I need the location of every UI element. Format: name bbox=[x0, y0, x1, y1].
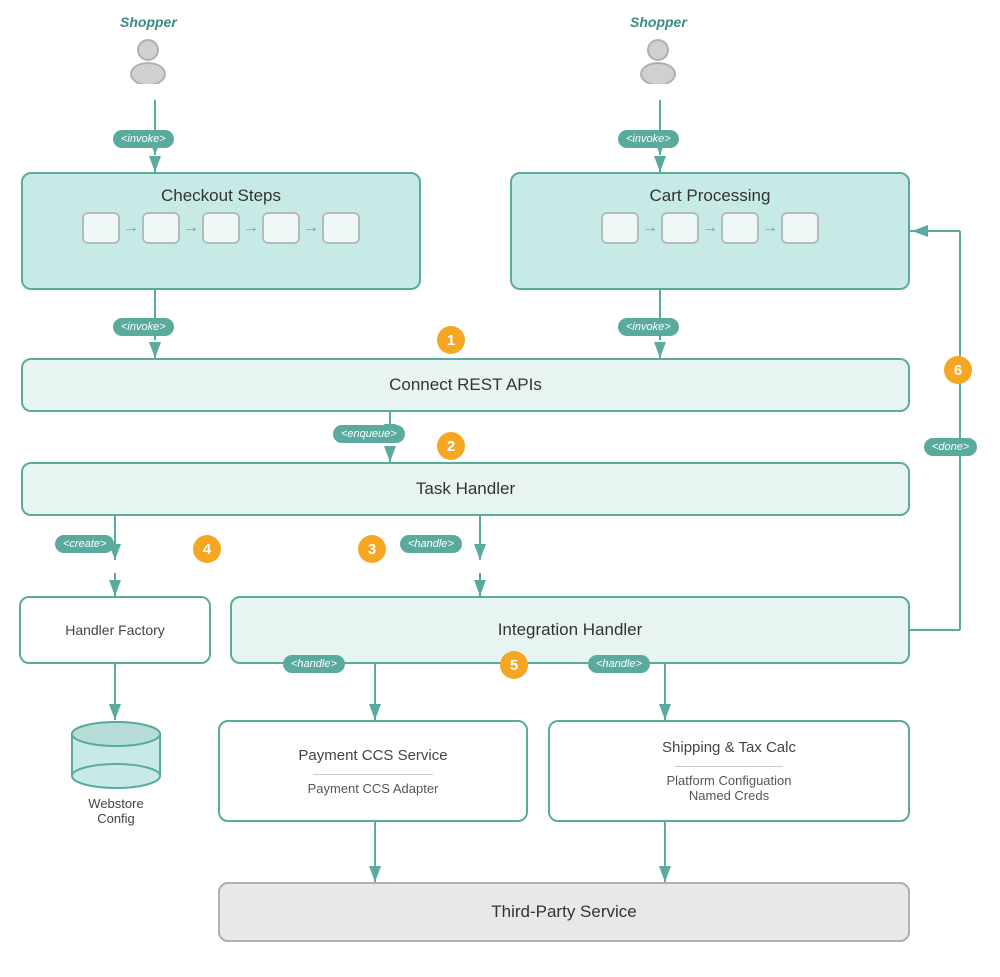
badge-5: 5 bbox=[500, 651, 528, 679]
shopper-left-icon bbox=[123, 34, 173, 84]
step-5 bbox=[322, 212, 360, 244]
done-label: <done> bbox=[924, 438, 977, 456]
platform-config-label: Platform Configuation bbox=[666, 773, 791, 788]
checkout-steps-row: → → → → bbox=[82, 212, 360, 244]
third-party-title: Third-Party Service bbox=[491, 902, 636, 922]
handler-factory-box: Handler Factory bbox=[19, 596, 211, 664]
checkout-steps-box: Checkout Steps → → → → bbox=[21, 172, 421, 290]
step-1 bbox=[82, 212, 120, 244]
arrow-4: → bbox=[303, 219, 319, 237]
arrow-1: → bbox=[123, 219, 139, 237]
cart-processing-title: Cart Processing bbox=[650, 186, 771, 206]
step-4 bbox=[262, 212, 300, 244]
handle-label-shipping: <handle> bbox=[588, 655, 650, 673]
cart-arrow-3: → bbox=[762, 219, 778, 237]
task-handler-box: Task Handler bbox=[21, 462, 910, 516]
shopper-left-label: Shopper bbox=[120, 14, 177, 30]
shipping-box: Shipping & Tax Calc Platform Configuatio… bbox=[548, 720, 910, 822]
cart-step-1 bbox=[601, 212, 639, 244]
database-icon bbox=[68, 720, 164, 792]
third-party-box: Third-Party Service bbox=[218, 882, 910, 942]
cart-arrow-2: → bbox=[702, 219, 718, 237]
checkout-steps-title: Checkout Steps bbox=[161, 186, 281, 206]
badge-1: 1 bbox=[437, 326, 465, 354]
integration-handler-title: Integration Handler bbox=[498, 620, 643, 640]
handle-label-1: <handle> bbox=[400, 535, 462, 553]
shopper-right-label: Shopper bbox=[630, 14, 687, 30]
invoke-label-below-checkout: <invoke> bbox=[113, 318, 174, 336]
cart-arrow-1: → bbox=[642, 219, 658, 237]
badge-4: 4 bbox=[193, 535, 221, 563]
cart-processing-box: Cart Processing → → → bbox=[510, 172, 910, 290]
cart-step-4 bbox=[781, 212, 819, 244]
invoke-label-left: <invoke> bbox=[113, 130, 174, 148]
payment-ccs-adapter-label: Payment CCS Adapter bbox=[308, 781, 439, 796]
invoke-label-below-cart: <invoke> bbox=[618, 318, 679, 336]
connect-rest-title: Connect REST APIs bbox=[389, 375, 542, 395]
badge-3: 3 bbox=[358, 535, 386, 563]
handler-factory-title: Handler Factory bbox=[65, 622, 165, 638]
task-handler-title: Task Handler bbox=[416, 479, 515, 499]
handle-label-payment: <handle> bbox=[283, 655, 345, 673]
badge-6: 6 bbox=[944, 356, 972, 384]
shipping-inner: Shipping & Tax Calc Platform Configuatio… bbox=[662, 739, 796, 803]
step-3 bbox=[202, 212, 240, 244]
badge-2: 2 bbox=[437, 432, 465, 460]
webstore-config-container: WebstoreConfig bbox=[68, 720, 164, 826]
named-creds-label: Named Creds bbox=[689, 788, 769, 803]
invoke-label-right: <invoke> bbox=[618, 130, 679, 148]
enqueue-label: <enqueue> bbox=[333, 425, 405, 443]
cart-step-2 bbox=[661, 212, 699, 244]
payment-box: Payment CCS Service Payment CCS Adapter bbox=[218, 720, 528, 822]
step-2 bbox=[142, 212, 180, 244]
shopper-right-icon bbox=[633, 34, 683, 84]
payment-ccs-service-label: Payment CCS Service bbox=[298, 747, 447, 764]
webstore-config-label: WebstoreConfig bbox=[88, 796, 143, 826]
cart-steps-row: → → → bbox=[601, 212, 819, 244]
integration-handler-box: Integration Handler bbox=[230, 596, 910, 664]
arrow-2: → bbox=[183, 219, 199, 237]
shopper-left: Shopper bbox=[120, 14, 177, 84]
connect-rest-box: Connect REST APIs bbox=[21, 358, 910, 412]
cart-step-3 bbox=[721, 212, 759, 244]
shopper-right: Shopper bbox=[630, 14, 687, 84]
arrow-3: → bbox=[243, 219, 259, 237]
diagram: Shopper Shopper <invoke> <invoke> Checko… bbox=[0, 0, 1000, 977]
create-label: <create> bbox=[55, 535, 114, 553]
payment-inner: Payment CCS Service Payment CCS Adapter bbox=[298, 747, 447, 796]
shipping-tax-label: Shipping & Tax Calc bbox=[662, 739, 796, 756]
